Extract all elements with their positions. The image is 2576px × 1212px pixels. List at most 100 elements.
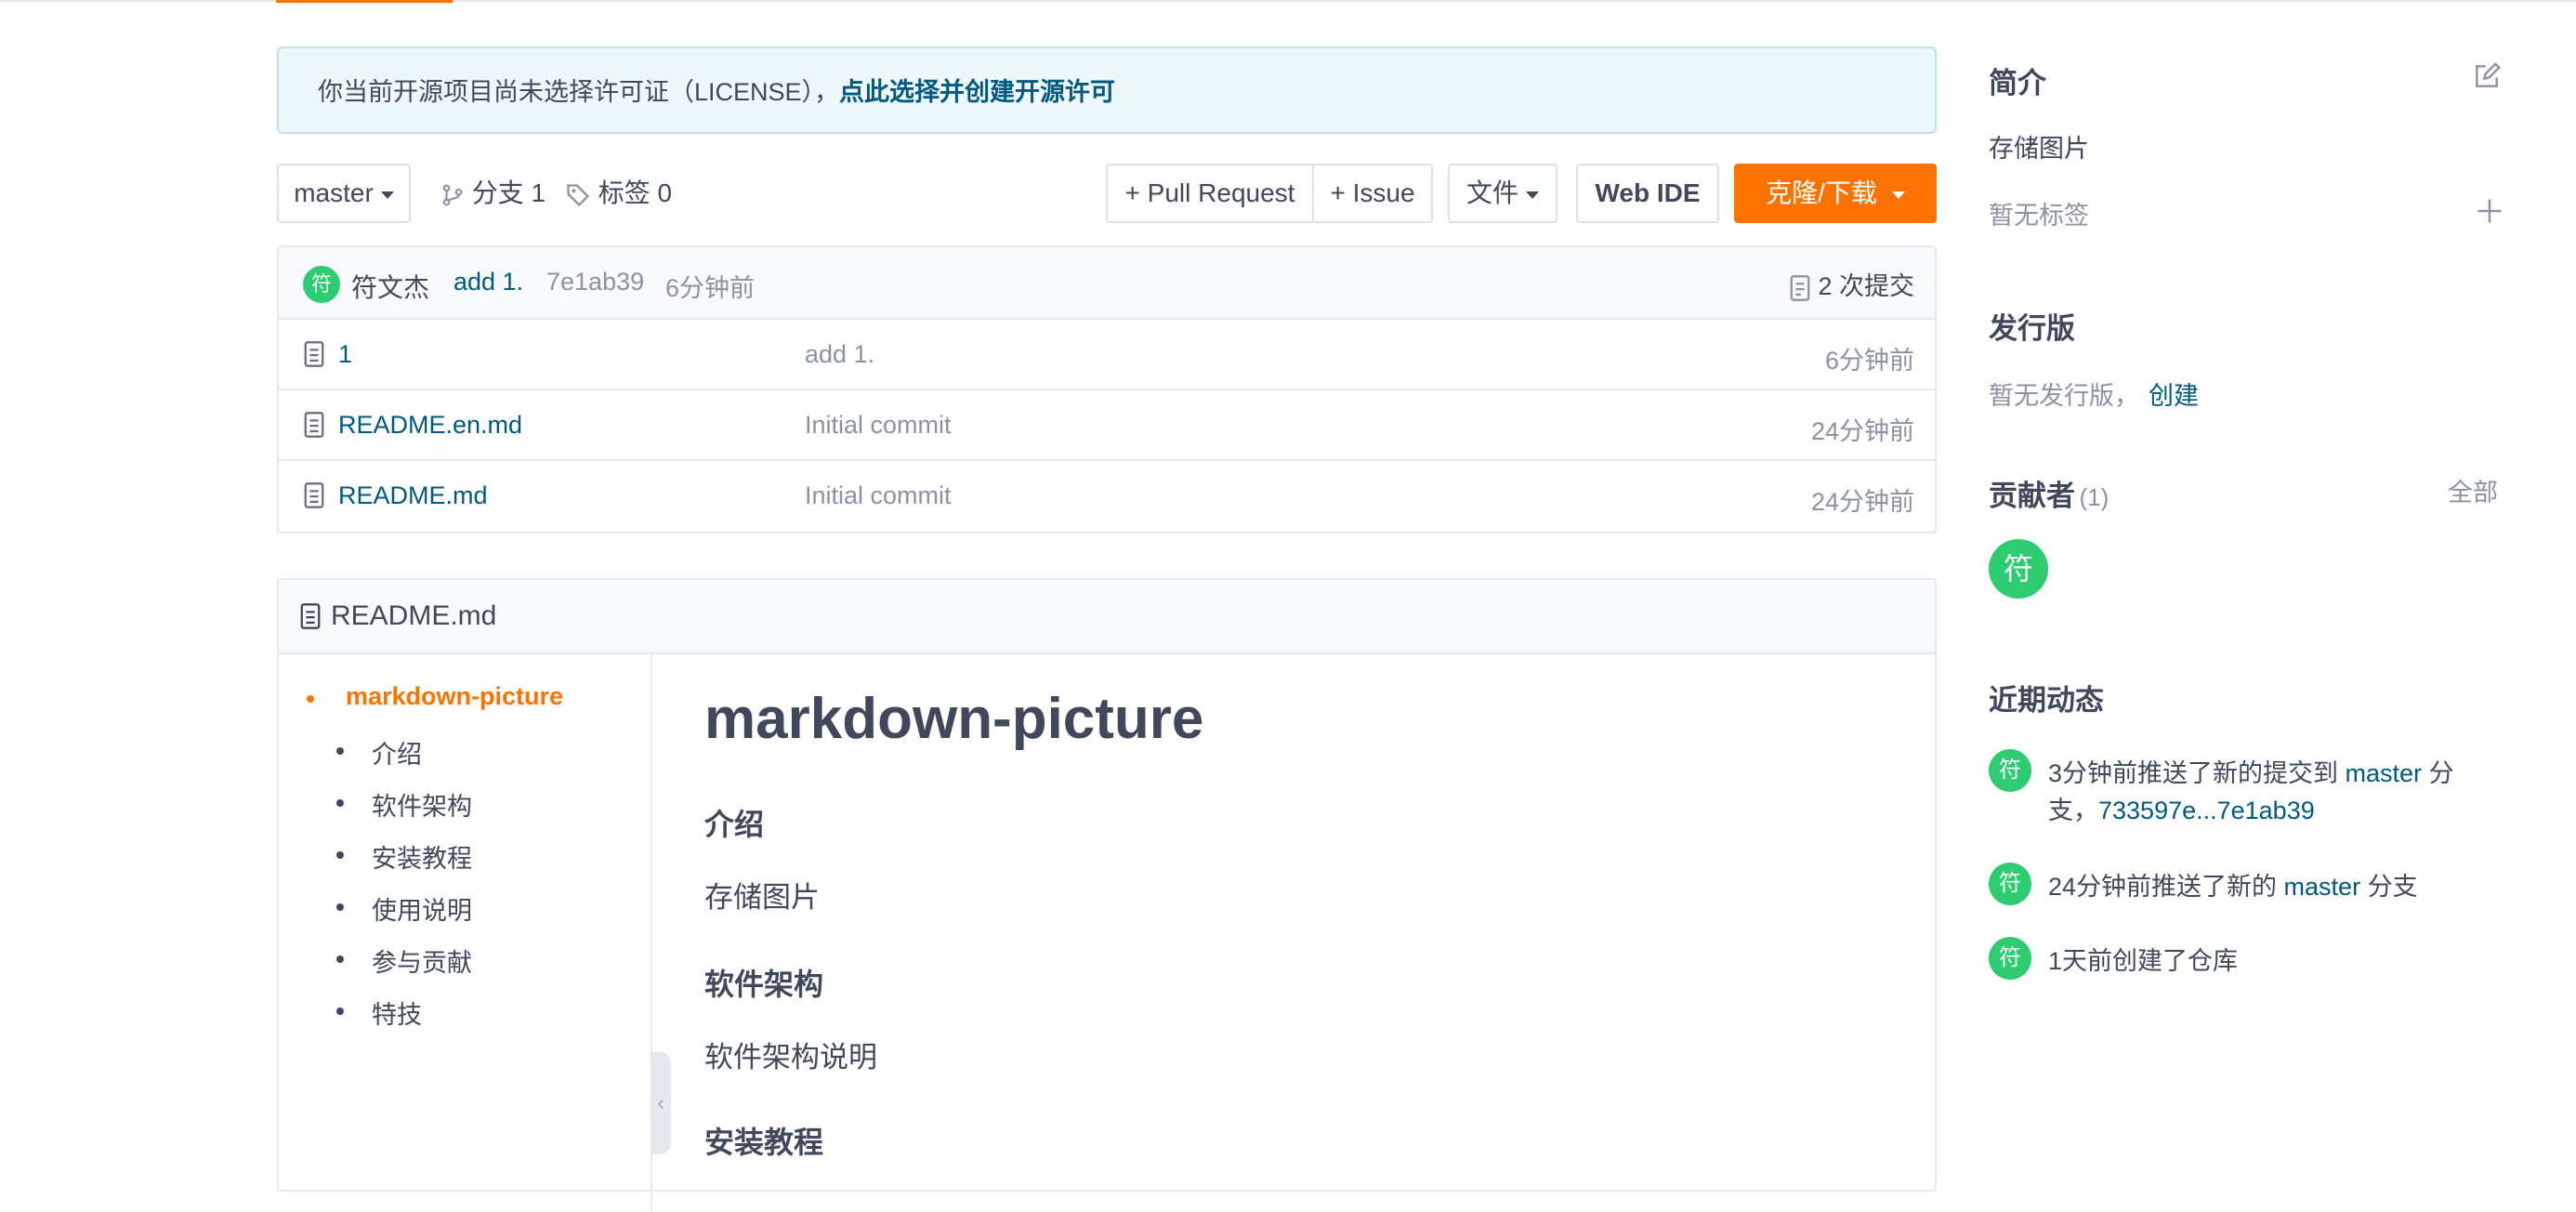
readme-panel: README.md markdown-picture 介绍 软件架构 安装教程 … (277, 578, 1937, 1212)
toc-bullet (336, 851, 344, 859)
tags-link[interactable]: 标签 0 (565, 177, 672, 210)
commit-hash[interactable]: 7e1ab39 (546, 268, 644, 296)
chevron-down-icon (1891, 191, 1905, 199)
plus-icon[interactable] (2476, 197, 2504, 225)
toc-item[interactable]: 使用说明 (372, 890, 472, 927)
chevron-left-icon: ‹ (657, 1091, 664, 1114)
file-icon (304, 482, 324, 508)
table-row[interactable]: README.en.md Initial commit 24分钟前 (279, 390, 1935, 461)
release-title: 发行版 (1989, 312, 2075, 345)
readme-paragraph: 存储图片 (704, 881, 820, 914)
readme-paragraph: 软件架构说明 (704, 1041, 877, 1074)
readme-heading: 安装教程 (704, 1126, 824, 1159)
chevron-down-icon (1526, 191, 1539, 199)
activity-text: 24分钟前推送了新的 (2048, 873, 2284, 901)
clone-download-button[interactable]: 克隆/下载 (1734, 164, 1937, 223)
latest-commit-bar: 符 符文杰 add 1. 7e1ab39 6分钟前 2 次提交 (279, 247, 1935, 320)
table-row[interactable]: 1 add 1. 6分钟前 (279, 320, 1935, 390)
activity-text: 分支 (2360, 873, 2418, 901)
recent-activity-title: 近期动态 (1989, 684, 2104, 717)
intro-text: 存储图片 (1989, 135, 2089, 163)
file-menu-label: 文件 (1465, 178, 1518, 207)
file-icon (304, 412, 324, 438)
issue-button[interactable]: + Issue (1312, 164, 1433, 223)
branches-link[interactable]: 分支 1 (440, 177, 545, 210)
file-time: 6分钟前 (1824, 347, 1914, 375)
file-time: 24分钟前 (1810, 488, 1914, 516)
readme-title: markdown-picture (704, 687, 1204, 751)
commit-time: 6分钟前 (665, 274, 756, 302)
compare-link[interactable]: 733597e...7e1ab39 (2098, 797, 2315, 824)
activity-text: 3分钟前推送了新的提交到 (2048, 759, 2346, 787)
activity-text: 分 (2422, 759, 2454, 787)
branch-link[interactable]: master (2284, 873, 2361, 901)
avatar[interactable]: 符 (303, 266, 340, 303)
avatar[interactable]: 符 (1989, 539, 2048, 599)
readme-toc: markdown-picture 介绍 软件架构 安装教程 使用说明 参与贡献 … (279, 654, 652, 1212)
activity-text: 支， (2048, 797, 2098, 824)
toc-collapse-toggle[interactable]: ‹ (651, 1052, 671, 1154)
file-commit-message[interactable]: Initial commit (805, 411, 952, 440)
contributors-heading: 贡献者 (1) (1989, 472, 2109, 514)
toc-item[interactable]: 软件架构 (372, 786, 472, 823)
toc-item[interactable]: 安装教程 (372, 838, 472, 875)
release-info: 暂无发行版， 创建 (1989, 375, 2199, 412)
edit-icon[interactable] (2472, 61, 2502, 91)
avatar[interactable]: 符 (1989, 937, 2031, 980)
readme-heading: 软件架构 (704, 968, 824, 1001)
chevron-down-icon (380, 191, 394, 199)
branch-link[interactable]: master (2346, 759, 2423, 787)
file-commit-message[interactable]: add 1. (805, 340, 874, 369)
toc-bullet (307, 695, 314, 703)
toc-bullet (336, 747, 344, 755)
branch-select-label: master (294, 178, 374, 207)
toc-item[interactable]: 特技 (372, 995, 422, 1031)
toc-bullet (336, 903, 344, 911)
pull-request-button[interactable]: + Pull Request (1106, 164, 1314, 223)
contributors-title: 贡献者 (1989, 480, 2075, 512)
readme-filename: README.md (331, 600, 497, 631)
commit-message[interactable]: add 1. (453, 268, 523, 296)
readme-heading: 介绍 (704, 808, 765, 841)
file-time: 24分钟前 (1810, 417, 1914, 445)
file-commit-message[interactable]: Initial commit (805, 481, 952, 510)
create-release-link[interactable]: 创建 (2149, 382, 2199, 410)
toc-bullet (336, 799, 344, 807)
contributors-count: (1) (2079, 483, 2109, 511)
tag-icon (567, 183, 590, 206)
file-menu-button[interactable]: 文件 (1448, 164, 1557, 223)
readme-header: README.md (279, 580, 1935, 654)
readme-file-icon (300, 603, 321, 629)
activity-item: 1天前创建了仓库 (2048, 947, 2239, 975)
web-ide-button[interactable]: Web IDE (1576, 164, 1719, 223)
commit-count-link[interactable]: 2 次提交 (1789, 266, 1914, 302)
no-release-text: 暂无发行版， (1989, 382, 2139, 410)
commit-count: 2 次提交 (1818, 272, 1914, 300)
avatar[interactable]: 符 (1989, 749, 2031, 792)
toc-item-root[interactable]: markdown-picture (346, 682, 563, 711)
table-row[interactable]: README.md Initial commit 24分钟前 (279, 461, 1935, 532)
license-banner: 你当前开源项目尚未选择许可证（LICENSE），点此选择并创建开源许可 (277, 46, 1937, 134)
active-tab-indicator (276, 0, 453, 3)
file-list: 符 符文杰 add 1. 7e1ab39 6分钟前 2 次提交 1 add 1.… (277, 245, 1937, 534)
license-banner-text: 你当前开源项目尚未选择许可证（LICENSE）， (318, 78, 840, 106)
branch-icon (442, 184, 463, 205)
branch-select[interactable]: master (277, 164, 411, 223)
intro-title: 简介 (1989, 67, 2046, 99)
tags-count: 标签 0 (598, 178, 673, 207)
file-icon (304, 341, 324, 367)
file-name[interactable]: README.md (338, 481, 488, 510)
toc-bullet (336, 1008, 344, 1015)
contributors-all-link[interactable]: 全部 (2448, 472, 2498, 508)
clone-download-label: 克隆/下载 (1766, 178, 1877, 207)
activity-item: 24分钟前推送了新的 master 分支 (2048, 868, 2418, 905)
file-name[interactable]: README.en.md (338, 411, 522, 440)
toc-item[interactable]: 介绍 (372, 734, 422, 771)
avatar[interactable]: 符 (1989, 863, 2031, 905)
commit-author[interactable]: 符文杰 (351, 268, 429, 305)
branches-count: 分支 1 (471, 178, 546, 207)
no-tags-text: 暂无标签 (1989, 202, 2089, 230)
create-license-link[interactable]: 点此选择并创建开源许可 (839, 78, 1115, 106)
toc-item[interactable]: 参与贡献 (372, 942, 472, 979)
file-name[interactable]: 1 (338, 340, 352, 369)
